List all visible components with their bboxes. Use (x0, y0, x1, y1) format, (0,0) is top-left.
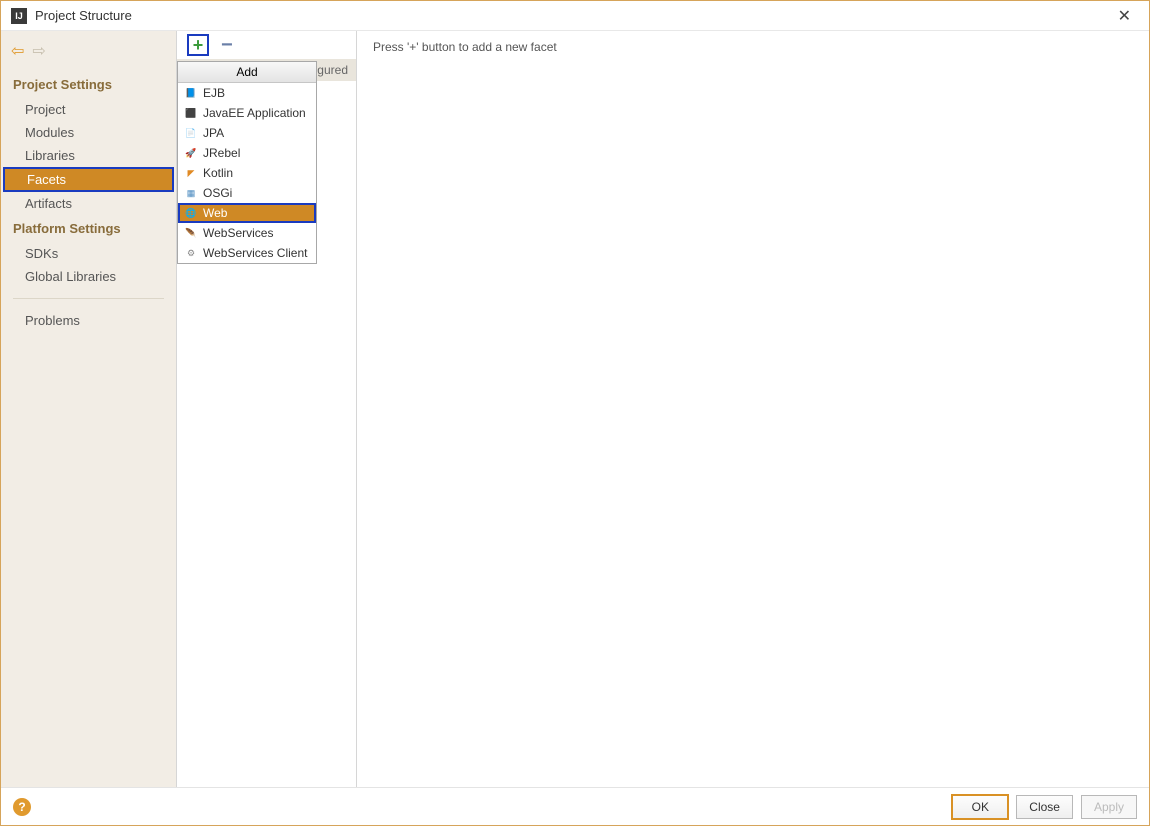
sidebar-item-global-libraries[interactable]: Global Libraries (1, 265, 176, 288)
jpa-icon: 📄 (184, 126, 198, 140)
dropdown-item-javaee-application[interactable]: ⬛ JavaEE Application (178, 103, 316, 123)
content-area: Press '+' button to add a new facet (357, 31, 1149, 787)
content-hint: Press '+' button to add a new facet (373, 40, 557, 54)
osgi-icon: ▦ (184, 186, 198, 200)
sidebar-nav: ⇦ ⇨ (1, 39, 176, 71)
jrebel-icon: 🚀 (184, 146, 198, 160)
facet-toolbar: + − (177, 31, 356, 59)
ok-button[interactable]: OK (952, 795, 1008, 819)
dropdown-item-label: EJB (203, 86, 225, 100)
kotlin-icon: ◤ (184, 166, 198, 180)
window-title: Project Structure (35, 8, 132, 23)
dropdown-item-label: JRebel (203, 146, 240, 160)
help-icon[interactable]: ? (13, 798, 31, 816)
webservices-client-icon: ⚙ (184, 246, 198, 260)
dropdown-item-label: Web (203, 206, 227, 220)
dropdown-item-webservices[interactable]: 🪶 WebServices (178, 223, 316, 243)
middle-column: + − igured Add 📘EJB⬛JavaEE Application📄J… (177, 31, 357, 787)
dropdown-item-web[interactable]: 🌐 Web (178, 203, 316, 223)
close-icon[interactable]: ✕ (1110, 4, 1139, 28)
dropdown-item-kotlin[interactable]: ◤ Kotlin (178, 163, 316, 183)
close-button[interactable]: Close (1016, 795, 1073, 819)
titlebar: IJ Project Structure ✕ (1, 1, 1149, 31)
dropdown-item-jrebel[interactable]: 🚀 JRebel (178, 143, 316, 163)
sidebar-divider (13, 298, 164, 299)
sidebar-item-modules[interactable]: Modules (1, 121, 176, 144)
web-icon: 🌐 (184, 206, 198, 220)
webservices-icon: 🪶 (184, 226, 198, 240)
forward-arrow-icon[interactable]: ⇨ (32, 41, 45, 61)
sidebar-header-project: Project Settings (1, 71, 176, 98)
dropdown-item-label: JPA (203, 126, 224, 140)
main-area: ⇦ ⇨ Project Settings Project Modules Lib… (1, 31, 1149, 787)
dropdown-item-ejb[interactable]: 📘 EJB (178, 83, 316, 103)
dropdown-item-label: JavaEE Application (203, 106, 306, 120)
javaee-application-icon: ⬛ (184, 106, 198, 120)
sidebar-item-artifacts[interactable]: Artifacts (1, 192, 176, 215)
sidebar: ⇦ ⇨ Project Settings Project Modules Lib… (1, 31, 177, 787)
sidebar-item-facets[interactable]: Facets (3, 167, 174, 192)
dropdown-item-label: OSGi (203, 186, 232, 200)
sidebar-item-problems[interactable]: Problems (1, 309, 176, 332)
back-arrow-icon[interactable]: ⇦ (11, 41, 24, 61)
footer: ? OK Close Apply (1, 787, 1149, 825)
dropdown-item-webservices-client[interactable]: ⚙ WebServices Client (178, 243, 316, 263)
dropdown-item-osgi[interactable]: ▦ OSGi (178, 183, 316, 203)
sidebar-item-sdks[interactable]: SDKs (1, 242, 176, 265)
sidebar-item-libraries[interactable]: Libraries (1, 144, 176, 167)
sidebar-item-project[interactable]: Project (1, 98, 176, 121)
app-icon: IJ (11, 8, 27, 24)
add-dropdown: Add 📘 EJB ⬛ JavaEE Application 📄 JPA 🚀 JRebel ◤ K… (177, 61, 317, 264)
ejb-icon: 📘 (184, 86, 198, 100)
dropdown-item-label: WebServices (203, 226, 273, 240)
dropdown-item-jpa[interactable]: 📄 JPA (178, 123, 316, 143)
footer-buttons: OK Close Apply (952, 795, 1137, 819)
apply-button: Apply (1081, 795, 1137, 819)
dropdown-item-label: Kotlin (203, 166, 233, 180)
sidebar-header-platform: Platform Settings (1, 215, 176, 242)
remove-facet-button[interactable]: − (221, 35, 233, 55)
add-facet-button[interactable]: + (187, 34, 209, 56)
dropdown-item-label: WebServices Client (203, 246, 307, 260)
dropdown-title: Add (178, 62, 316, 83)
